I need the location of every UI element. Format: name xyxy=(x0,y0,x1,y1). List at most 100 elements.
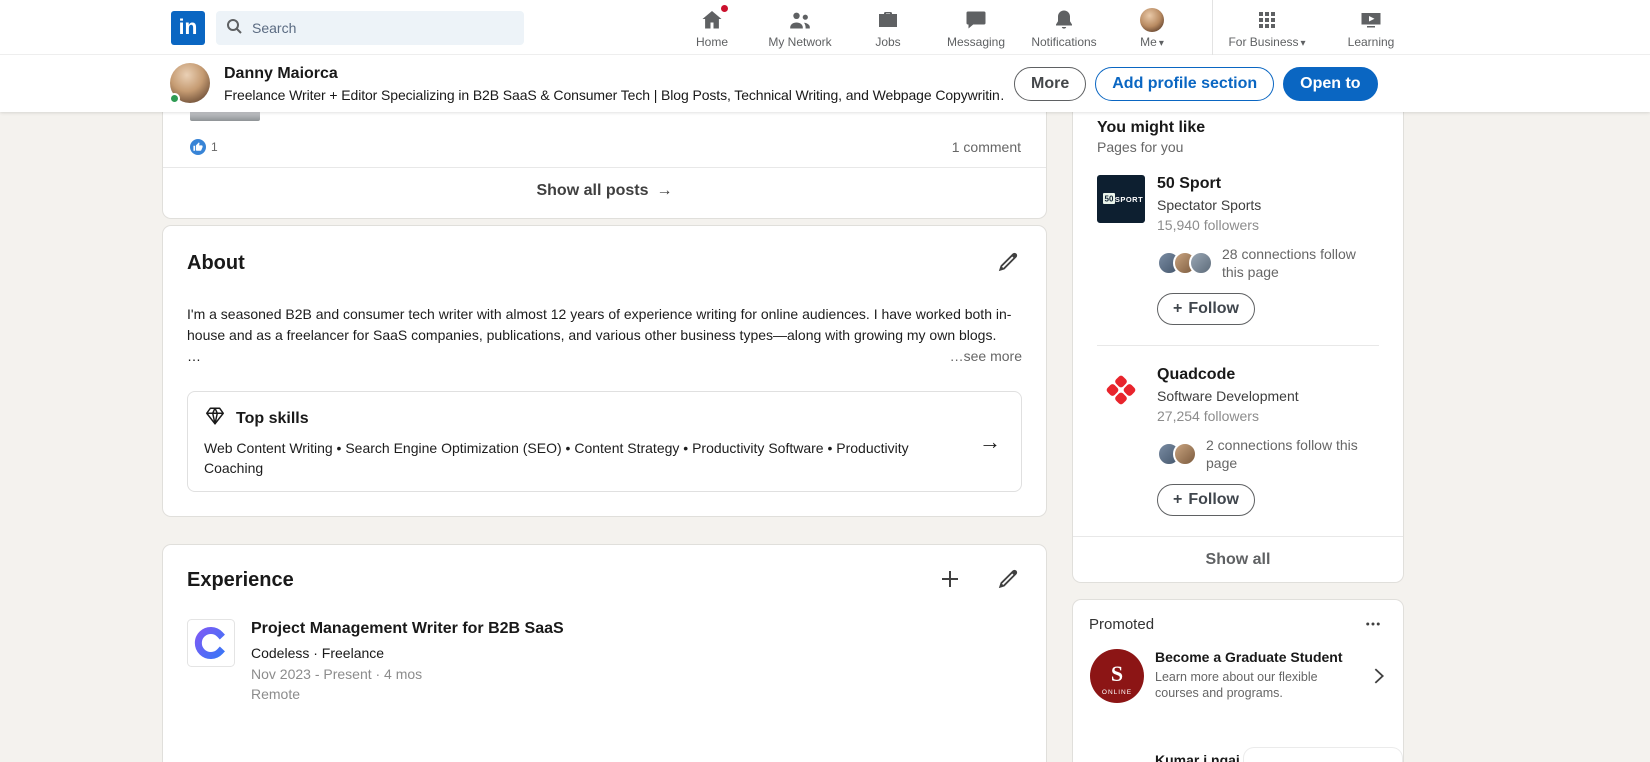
profile-avatar[interactable] xyxy=(170,63,210,103)
ad-description: Learn more about our flexible courses an… xyxy=(1155,669,1361,701)
experience-card: Experience xyxy=(163,545,1046,762)
search-input[interactable] xyxy=(250,19,510,37)
about-title: About xyxy=(187,250,245,276)
follow-button[interactable]: + Follow xyxy=(1157,293,1255,325)
experience-location: Remote xyxy=(251,686,564,702)
nav-item-me[interactable]: Me▾ xyxy=(1108,0,1196,55)
profile-sticky-bar: Danny Maiorca Freelance Writer + Editor … xyxy=(0,55,1650,112)
50-sport-logo: 50 SPORT xyxy=(1097,175,1145,223)
add-experience-button[interactable] xyxy=(936,567,964,595)
next-promoted-item-partial: Kumar i ngai… xyxy=(1155,752,1254,762)
edit-experience-button[interactable] xyxy=(994,567,1022,595)
social-proof-text: 28 connections follow this page xyxy=(1222,245,1379,281)
post-image-thumbnail[interactable] xyxy=(190,112,260,121)
see-more-link[interactable]: …see more xyxy=(950,346,1022,367)
plus-icon: + xyxy=(1173,491,1182,509)
codeless-logo[interactable] xyxy=(187,619,235,667)
nav-item-messaging[interactable]: Messaging xyxy=(932,0,1020,55)
you-might-like-title: You might like xyxy=(1097,118,1379,137)
suggested-page: 50 SPORT 50 Sport Spectator Sports 15,94… xyxy=(1097,175,1379,325)
experience-role[interactable]: Project Management Writer for B2B SaaS xyxy=(251,619,564,639)
ad-title: Become a Graduate Student xyxy=(1155,648,1361,666)
page-industry: Software Development xyxy=(1157,388,1299,404)
caret-down-icon: ▾ xyxy=(1301,38,1306,49)
grid-icon xyxy=(1255,8,1279,32)
top-skills-panel[interactable]: Top skills Web Content Writing • Search … xyxy=(187,391,1022,492)
nav-item-notifications[interactable]: Notifications xyxy=(1020,0,1108,55)
posts-card: 1 1 comment Show all posts → xyxy=(163,112,1046,218)
nav-item-jobs[interactable]: Jobs xyxy=(844,0,932,55)
overflow-menu-icon[interactable] xyxy=(1359,610,1387,638)
quadcode-logo xyxy=(1097,366,1145,414)
add-profile-section-button[interactable]: Add profile section xyxy=(1095,67,1274,101)
more-button[interactable]: More xyxy=(1014,67,1086,101)
about-text: I'm a seasoned B2B and consumer tech wri… xyxy=(187,304,1022,346)
about-card: About I'm a seasoned B2B and consumer te… xyxy=(163,226,1046,516)
connection-avatars xyxy=(1157,442,1197,466)
arrow-right-icon[interactable]: → xyxy=(979,429,1005,455)
page-name[interactable]: 50 Sport xyxy=(1157,175,1261,193)
svg-text:50: 50 xyxy=(1105,195,1114,204)
truncation-ellipsis: … xyxy=(187,346,201,367)
you-might-like-card: You might like Pages for you 50 SPORT 50… xyxy=(1073,112,1403,582)
show-all-posts-button[interactable]: Show all posts → xyxy=(163,168,1046,214)
pages-for-you-subtitle: Pages for you xyxy=(1097,139,1379,155)
bell-icon xyxy=(1052,8,1076,32)
my-network-icon xyxy=(788,8,812,32)
show-all-button[interactable]: Show all xyxy=(1073,536,1403,582)
messaging-icon xyxy=(964,8,988,32)
nav-item-for-business[interactable]: For Business▾ xyxy=(1219,0,1315,55)
learning-icon xyxy=(1359,8,1383,32)
nav-divider xyxy=(1212,0,1213,55)
connection-avatars xyxy=(1157,251,1213,275)
page-name[interactable]: Quadcode xyxy=(1157,366,1299,384)
linkedin-logo[interactable]: in xyxy=(171,11,205,45)
follow-button[interactable]: + Follow xyxy=(1157,484,1255,516)
open-to-button[interactable]: Open to xyxy=(1283,67,1377,101)
me-avatar xyxy=(1140,8,1164,32)
promoted-label: Promoted xyxy=(1089,616,1154,633)
comment-count[interactable]: 1 comment xyxy=(952,139,1021,155)
experience-company: Codeless · Freelance xyxy=(251,645,564,661)
nav-item-my-network[interactable]: My Network xyxy=(756,0,844,55)
reaction-count[interactable]: 1 xyxy=(211,140,218,154)
messaging-dock[interactable] xyxy=(1244,748,1402,762)
divider xyxy=(1097,345,1379,346)
experience-title: Experience xyxy=(187,567,294,593)
avatar xyxy=(1189,251,1213,275)
experience-entry: Project Management Writer for B2B SaaS C… xyxy=(187,619,1022,702)
search-box[interactable] xyxy=(216,11,524,45)
search-icon xyxy=(226,18,242,39)
profile-headline: Freelance Writer + Editor Specializing i… xyxy=(224,87,1006,103)
nav-item-home[interactable]: Home xyxy=(668,0,756,55)
page-followers: 15,940 followers xyxy=(1157,217,1261,233)
experience-dates: Nov 2023 - Present · 4 mos xyxy=(251,666,564,682)
pencil-icon xyxy=(997,568,1019,595)
promoted-item[interactable]: S ONLINE Become a Graduate Student Learn… xyxy=(1089,648,1387,709)
like-reaction-icon[interactable] xyxy=(190,139,206,155)
edit-about-button[interactable] xyxy=(994,250,1022,278)
svg-text:S: S xyxy=(1111,661,1123,686)
suggested-page: Quadcode Software Development 27,254 fol… xyxy=(1097,366,1379,516)
svg-text:ONLINE: ONLINE xyxy=(1102,689,1132,696)
top-nav: in Home My Network xyxy=(0,0,1650,55)
avatar xyxy=(1173,442,1197,466)
jobs-icon xyxy=(876,8,900,32)
social-proof-text: 2 connections follow this page xyxy=(1206,436,1379,472)
nav-item-learning[interactable]: Learning xyxy=(1325,0,1417,55)
arrow-right-icon: → xyxy=(657,182,673,200)
profile-name: Danny Maiorca xyxy=(224,65,338,83)
gem-icon xyxy=(204,405,226,432)
home-notification-dot xyxy=(720,4,729,13)
chevron-right-icon[interactable] xyxy=(1371,665,1387,692)
pencil-icon xyxy=(997,251,1019,278)
plus-icon: + xyxy=(1173,300,1182,318)
svg-text:SPORT: SPORT xyxy=(1115,195,1143,204)
top-skills-list: Web Content Writing • Search Engine Opti… xyxy=(204,438,979,478)
home-icon xyxy=(700,8,724,32)
page-followers: 27,254 followers xyxy=(1157,408,1299,424)
online-status-dot xyxy=(169,93,180,104)
stanford-online-logo: S ONLINE xyxy=(1089,648,1145,709)
caret-down-icon: ▾ xyxy=(1159,38,1164,49)
plus-icon xyxy=(938,567,962,596)
